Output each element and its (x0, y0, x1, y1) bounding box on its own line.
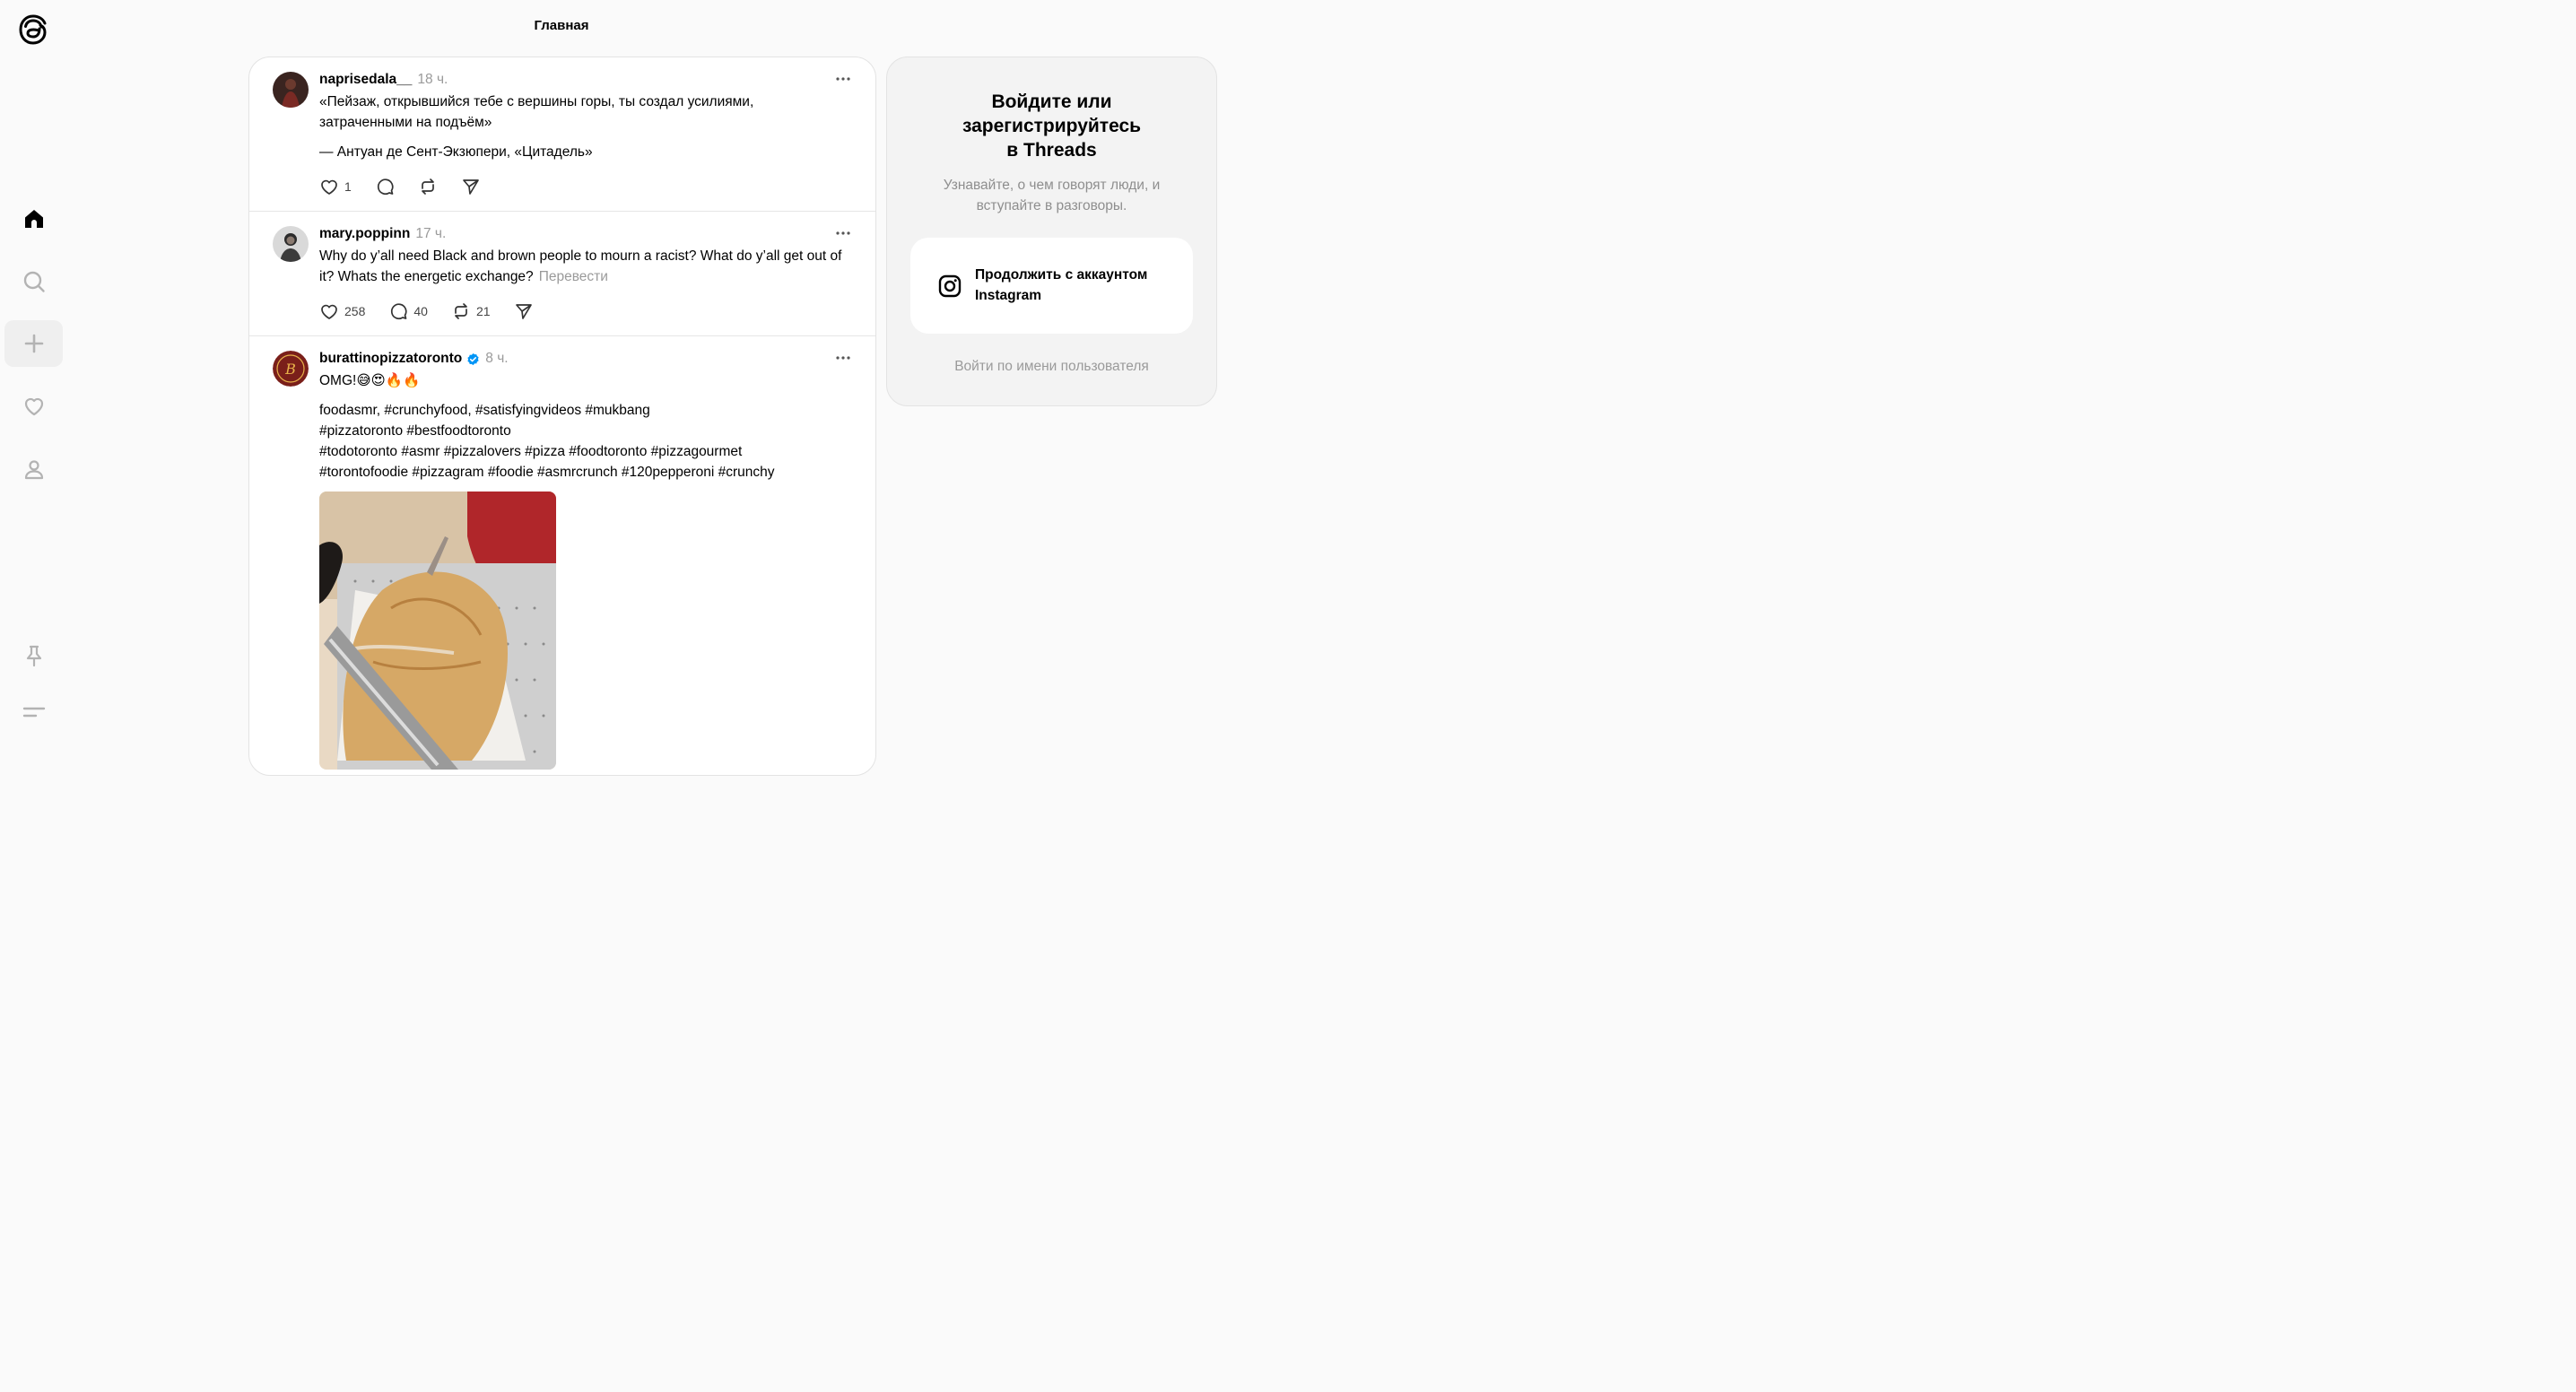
login-title-line: зарегистрируйтесь (962, 116, 1142, 136)
post-text: OMG!😅😍🔥🔥 foodasmr, #crunchyfood, #satisf… (319, 370, 854, 483)
verified-badge-icon (467, 352, 479, 365)
heart-icon (321, 304, 337, 319)
avatar[interactable] (273, 226, 309, 262)
feed: naprisedala__ 18 ч. «Пейзаж, открывшийся… (248, 57, 876, 776)
nav-activity[interactable] (4, 383, 63, 430)
like-count: 258 (344, 304, 366, 318)
send-icon (515, 304, 532, 319)
post-text-line: #todotoronto #asmr #pizzalovers #pizza #… (319, 444, 743, 459)
heart-icon (24, 397, 43, 416)
post[interactable]: mary.poppinn 17 ч. Why do y’all need Bla… (249, 212, 875, 336)
repost-button[interactable]: 21 (451, 301, 491, 321)
post-text-line: «Пейзаж, открывшийся тебе с вершины горы… (319, 94, 754, 130)
instagram-button-label: Продолжить с аккаунтом Instagram (975, 267, 1148, 303)
share-button[interactable] (514, 301, 534, 321)
login-with-username-link[interactable]: Войти по имени пользователя (887, 359, 1216, 375)
threads-logo-icon[interactable] (17, 12, 49, 48)
post-text-line: #torontofoodie #pizzagram #foodie #asmrc… (319, 465, 775, 480)
share-button[interactable] (461, 177, 481, 196)
comment-icon (391, 303, 407, 320)
search-icon (23, 271, 45, 292)
post[interactable]: B burattinopizzatoronto 8 ч. OMG!😅😍🔥🔥 fo… (249, 336, 875, 770)
nav-home[interactable] (4, 196, 63, 242)
menu-icon (22, 707, 45, 718)
post-video-thumbnail[interactable] (319, 492, 556, 770)
instagram-icon (938, 274, 962, 298)
avatar[interactable]: B (273, 351, 309, 387)
login-title-line: в Threads (1006, 140, 1097, 161)
post-actions: 258 40 21 (319, 287, 854, 335)
reply-button[interactable] (375, 177, 395, 196)
post-text-line: — Антуан де Сент-Экзюпери, «Цитадель» (319, 144, 593, 160)
nav-pinned[interactable] (4, 632, 63, 679)
plus-icon (24, 334, 43, 353)
repost-icon (421, 178, 434, 195)
profile-icon (24, 460, 43, 480)
continue-with-instagram-button[interactable]: Продолжить с аккаунтом Instagram (910, 238, 1193, 334)
reply-button[interactable]: 40 (388, 301, 428, 321)
like-button[interactable]: 1 (319, 177, 352, 196)
repost-button[interactable] (418, 177, 438, 196)
nav-create[interactable] (4, 320, 63, 367)
post-time[interactable]: 17 ч. (415, 226, 446, 242)
page-title: Главная (534, 18, 589, 33)
post-text-line: OMG!😅😍🔥🔥 (319, 373, 421, 388)
post-text: Why do y’all need Black and brown people… (319, 246, 854, 287)
reply-count: 40 (413, 304, 428, 318)
username[interactable]: naprisedala__ (319, 72, 412, 88)
username[interactable]: mary.poppinn (319, 226, 410, 242)
nav-menu[interactable] (4, 689, 63, 735)
translate-link[interactable]: Перевести (539, 269, 608, 284)
more-options-icon[interactable] (834, 72, 852, 86)
more-options-icon[interactable] (834, 226, 852, 240)
like-button[interactable]: 258 (319, 301, 365, 321)
post-time[interactable]: 8 ч. (485, 351, 508, 367)
post-text: «Пейзаж, открывшийся тебе с вершины горы… (319, 91, 854, 162)
login-title-line: Войдите или (991, 91, 1112, 112)
post-text-line: foodasmr, #crunchyfood, #satisfyingvideo… (319, 403, 650, 418)
post-actions: 1 (319, 162, 854, 211)
login-panel: Войдите или зарегистрируйтесь в Threads … (886, 57, 1217, 406)
post-text-line: #pizzatoronto #bestfoodtoronto (319, 423, 511, 439)
post[interactable]: naprisedala__ 18 ч. «Пейзаж, открывшийся… (249, 57, 875, 212)
username[interactable]: burattinopizzatoronto (319, 351, 462, 367)
repost-count: 21 (475, 304, 491, 318)
more-options-icon[interactable] (834, 351, 852, 365)
nav-search[interactable] (4, 258, 63, 305)
avatar[interactable] (273, 72, 309, 108)
like-count: 1 (344, 179, 352, 194)
heart-icon (321, 179, 337, 195)
login-subtitle: Узнавайте, о чем говорят люди, и вступай… (943, 178, 1161, 213)
home-icon (24, 210, 43, 228)
nav-profile[interactable] (4, 446, 63, 492)
login-title: Войдите или зарегистрируйтесь в Threads (887, 90, 1216, 162)
send-icon (462, 179, 479, 195)
pin-icon (26, 645, 41, 667)
repost-icon (455, 303, 467, 319)
svg-text:B: B (284, 361, 296, 378)
sidebar (0, 0, 66, 760)
post-time[interactable]: 18 ч. (417, 72, 448, 88)
comment-icon (377, 178, 394, 196)
